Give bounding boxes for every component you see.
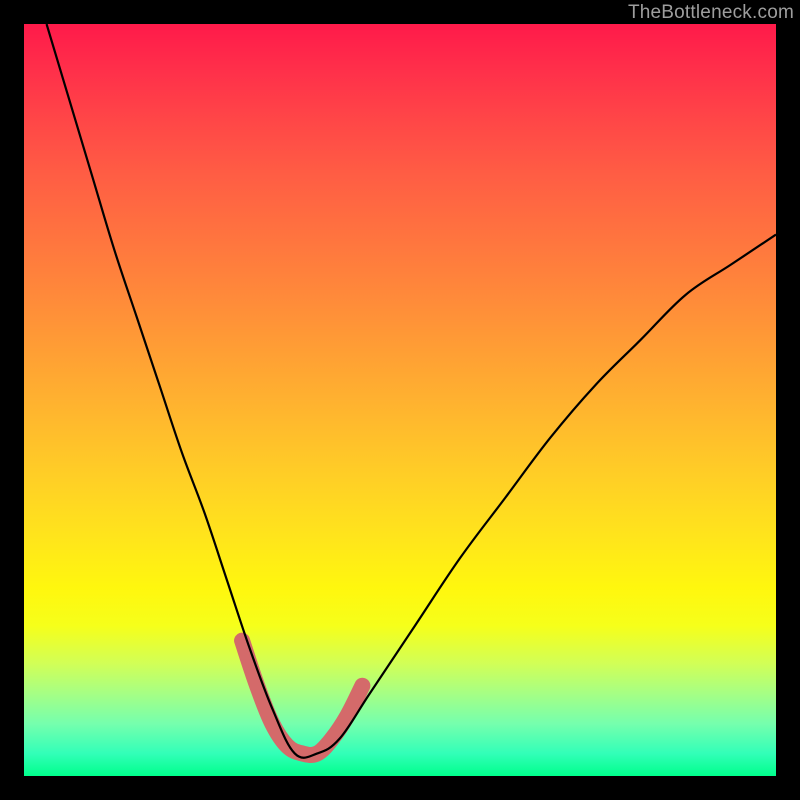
- bottleneck-curve-svg: [24, 24, 776, 776]
- chart-container: TheBottleneck.com: [0, 0, 800, 800]
- highlight-band-path: [242, 641, 362, 755]
- watermark-text: TheBottleneck.com: [628, 2, 794, 24]
- plot-area: [24, 24, 776, 776]
- highlight-band: [242, 641, 362, 755]
- bottleneck-curve-path: [47, 24, 776, 758]
- main-curve: [47, 24, 776, 758]
